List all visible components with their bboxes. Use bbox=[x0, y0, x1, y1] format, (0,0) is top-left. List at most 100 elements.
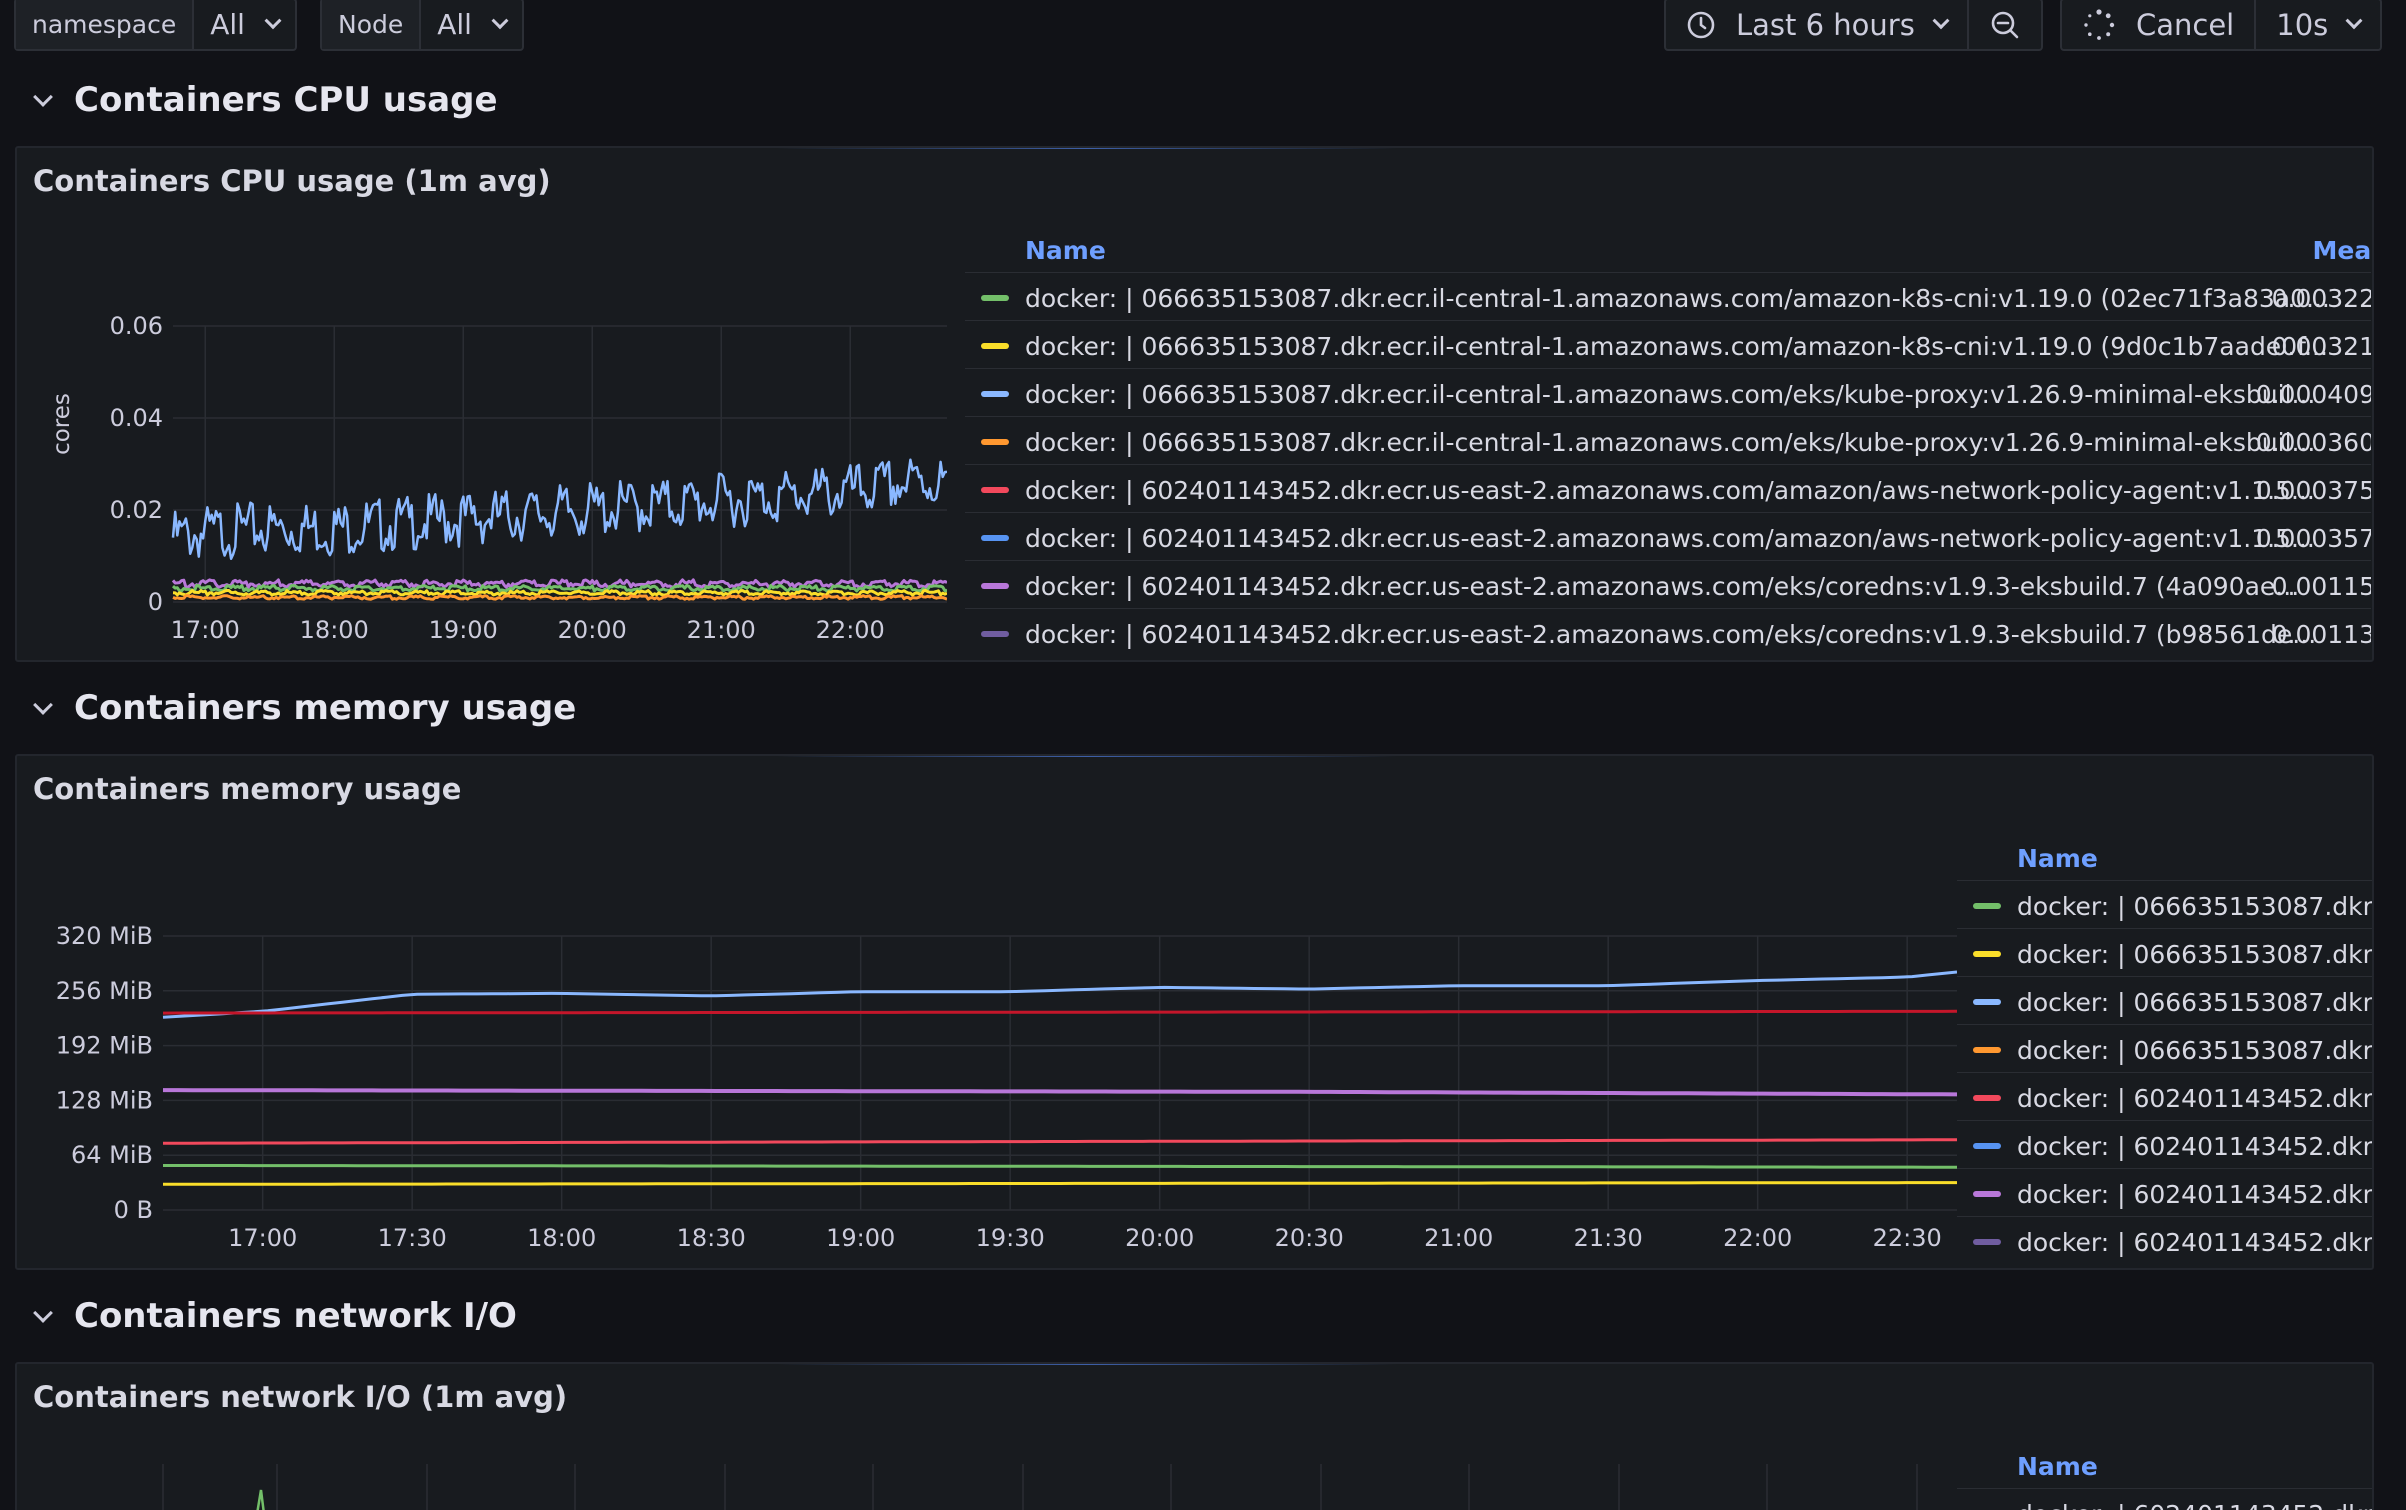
y-tick-label: 64 MiB bbox=[71, 1141, 153, 1169]
row-memory-usage[interactable]: Containers memory usage bbox=[0, 678, 2406, 738]
legend-item-name: docker: | 602401143452.dkr.ecr bbox=[2017, 1132, 2372, 1161]
panel-loading-bar bbox=[777, 756, 1397, 757]
legend-item[interactable]: docker: | 066635153087.dkr.ecr bbox=[1957, 928, 2372, 976]
legend-item-mean: 0.000375 bbox=[2255, 476, 2371, 505]
y-tick-label: 0 bbox=[148, 588, 163, 616]
legend-item-name: docker: | 066635153087.dkr.ecr.il-centra… bbox=[1025, 284, 2330, 313]
y-tick-label: 128 MiB bbox=[56, 1086, 153, 1114]
legend-item[interactable]: docker: | 602401143452.dkr.ecr.us-east-2… bbox=[965, 560, 2371, 608]
legend-item-mean: 0.000360 bbox=[2255, 428, 2371, 457]
legend-item[interactable]: docker: | 066635153087.dkr.ecr bbox=[1957, 976, 2372, 1024]
legend-item-name: docker: | 066635153087.dkr.ecr.il-centra… bbox=[1025, 428, 2316, 457]
y-tick-label: 0 B bbox=[114, 1196, 153, 1224]
legend-item[interactable]: docker: | 066635153087.dkr.ecr bbox=[1957, 1024, 2372, 1072]
namespace-select[interactable]: All bbox=[194, 0, 295, 49]
x-tick-label: 18:30 bbox=[677, 1224, 746, 1252]
chart-series bbox=[162, 970, 1957, 1186]
x-tick-label: 17:30 bbox=[378, 1224, 447, 1252]
legend-item-mean: 0.00115 bbox=[2271, 572, 2371, 601]
cpu-usage-chart[interactable]: 0 0.02 0.04 0.06 17:00 18:00 19:00 20:00 21:00 2… bbox=[17, 218, 947, 658]
y-tick-label: 192 MiB bbox=[56, 1032, 153, 1060]
legend-item[interactable]: docker: | 602401143452.dkr.ecr bbox=[1957, 1120, 2372, 1168]
x-tick-label: 19:00 bbox=[826, 1224, 895, 1252]
x-tick-label: 21:00 bbox=[687, 616, 756, 644]
chevron-down-icon bbox=[33, 1303, 53, 1323]
legend-item[interactable]: docker: | 602401143452.dkr.ecr bbox=[1957, 1216, 2372, 1264]
zoom-out-icon bbox=[1991, 11, 2019, 38]
legend-item-name: docker: | 066635153087.dkr.ecr.il-centra… bbox=[1025, 380, 2316, 409]
series-line bbox=[171, 584, 947, 593]
legend-header: Name Mean bbox=[965, 228, 2371, 272]
zoom-out-button[interactable] bbox=[1969, 0, 2041, 49]
legend-mean-header[interactable]: Mean bbox=[2312, 236, 2371, 265]
chart-grid bbox=[163, 935, 1957, 1211]
legend-item-name: docker: | 602401143452.dkr.ecr.us-east-2… bbox=[1025, 476, 2315, 505]
refresh-controls: Cancel 10s bbox=[2060, 0, 2383, 51]
row-network-io[interactable]: Containers network I/O bbox=[0, 1286, 2406, 1346]
legend-item-name: docker: | 602401143452.dkr.ecr.us-east-2… bbox=[1025, 572, 2300, 601]
x-tick-label: 22:00 bbox=[1723, 1224, 1792, 1252]
legend-item[interactable]: docker: | 602401143452.dkr.ecr bbox=[1957, 1488, 2372, 1510]
panel-title[interactable]: Containers CPU usage (1m avg) bbox=[33, 164, 551, 198]
legend-name-header[interactable]: Name bbox=[2017, 1452, 2098, 1481]
legend-color-swatch bbox=[981, 487, 1009, 493]
x-tick-label: 20:00 bbox=[558, 616, 627, 644]
network-io-chart[interactable] bbox=[17, 1434, 1957, 1510]
x-tick-label: 21:00 bbox=[1424, 1224, 1493, 1252]
time-range-picker[interactable]: Last 6 hours bbox=[1666, 0, 1969, 49]
node-select[interactable]: All bbox=[421, 0, 522, 49]
x-tick-label: 22:30 bbox=[1873, 1224, 1942, 1252]
series-line bbox=[172, 594, 947, 601]
legend-color-swatch bbox=[981, 295, 1009, 301]
legend-item-mean: 0.00113 bbox=[2271, 620, 2371, 649]
refresh-interval-picker[interactable]: 10s bbox=[2256, 0, 2380, 49]
row-title: Containers memory usage bbox=[74, 688, 577, 728]
x-tick-label: 21:30 bbox=[1574, 1224, 1643, 1252]
legend-item-name: docker: | 602401143452.dkr.ecr bbox=[2017, 1228, 2372, 1257]
legend-item[interactable]: docker: | 602401143452.dkr.ecr bbox=[1957, 1168, 2372, 1216]
x-tick-label: 18:00 bbox=[527, 1224, 596, 1252]
row-title: Containers network I/O bbox=[74, 1296, 517, 1336]
legend-item[interactable]: docker: | 066635153087.dkr.ecr.il-centra… bbox=[965, 368, 2371, 416]
time-range-label: Last 6 hours bbox=[1736, 7, 1915, 42]
series-line bbox=[163, 1164, 1957, 1169]
y-tick-label: 0.02 bbox=[110, 496, 163, 524]
legend-item[interactable]: docker: | 602401143452.dkr.ecr.us-east-2… bbox=[965, 464, 2371, 512]
legend-item[interactable]: docker: | 066635153087.dkr.ecr.il-centra… bbox=[965, 416, 2371, 464]
cpu-legend-table: Name Mean docker: | 066635153087.dkr.ecr… bbox=[965, 228, 2371, 658]
legend-item[interactable]: docker: | 066635153087.dkr.ecr bbox=[1957, 880, 2372, 928]
chevron-down-icon bbox=[2345, 11, 2363, 29]
cancel-refresh-button[interactable]: Cancel bbox=[2062, 0, 2257, 49]
x-tick-label: 20:00 bbox=[1125, 1224, 1194, 1252]
legend-name-header[interactable]: Name bbox=[1025, 236, 1106, 265]
legend-item[interactable]: docker: | 602401143452.dkr.ecr bbox=[1957, 1072, 2372, 1120]
series-line bbox=[172, 589, 947, 597]
legend-name-header[interactable]: Name bbox=[2017, 844, 2098, 873]
row-cpu-usage[interactable]: Containers CPU usage bbox=[0, 70, 2406, 130]
x-tick-label: 19:30 bbox=[976, 1224, 1045, 1252]
legend-item[interactable]: docker: | 602401143452.dkr.ecr.us-east-2… bbox=[965, 608, 2371, 656]
legend-item-name: docker: | 066635153087.dkr.ecr.il-centra… bbox=[1025, 332, 2328, 361]
legend-item[interactable]: docker: | 602401143452.dkr.ecr.us-east-2… bbox=[965, 512, 2371, 560]
legend-item-mean: 0.00322 bbox=[2271, 284, 2371, 313]
legend-color-swatch bbox=[1973, 1239, 2001, 1245]
legend-color-swatch bbox=[1973, 999, 2001, 1005]
chart-grid bbox=[162, 1464, 1918, 1510]
panel-title[interactable]: Containers memory usage bbox=[33, 772, 461, 806]
chart-grid bbox=[173, 325, 947, 603]
y-axis-label: cores bbox=[49, 393, 75, 455]
x-tick-label: 19:00 bbox=[429, 616, 498, 644]
memory-usage-chart[interactable]: 0 B 64 MiB 128 MiB 192 MiB 256 MiB 320 MiB 17… bbox=[17, 826, 1957, 1266]
legend-color-swatch bbox=[981, 439, 1009, 445]
legend-color-swatch bbox=[981, 583, 1009, 589]
panel-title[interactable]: Containers network I/O (1m avg) bbox=[33, 1380, 567, 1414]
node-select-value: All bbox=[437, 8, 472, 41]
series-line bbox=[163, 1181, 1957, 1186]
chevron-down-icon bbox=[33, 87, 53, 107]
refresh-interval-label: 10s bbox=[2276, 7, 2329, 42]
loading-spinner-icon bbox=[2084, 8, 2115, 40]
legend-item[interactable]: docker: | 066635153087.dkr.ecr.il-centra… bbox=[965, 272, 2371, 320]
legend-item[interactable]: docker: | 066635153087.dkr.ecr.il-centra… bbox=[965, 320, 2371, 368]
time-controls: Last 6 hours bbox=[1664, 0, 2043, 51]
y-axis-ticks: 0 0.02 0.04 0.06 bbox=[110, 312, 163, 616]
